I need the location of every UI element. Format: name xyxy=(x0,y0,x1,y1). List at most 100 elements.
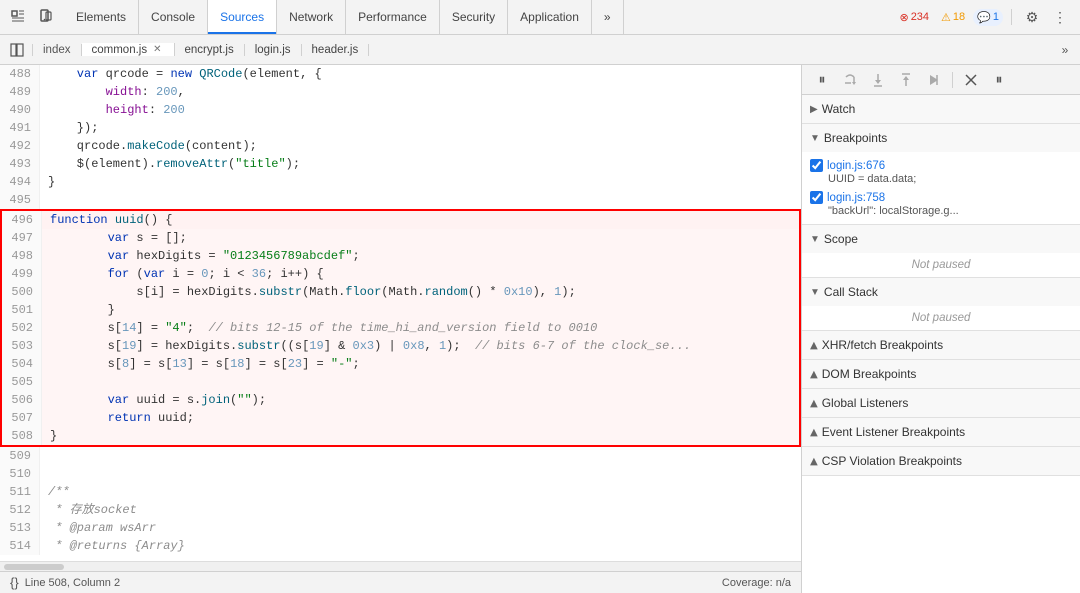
global-triangle-icon: ▶ xyxy=(808,399,819,407)
file-tab-login-js[interactable]: login.js xyxy=(245,44,302,56)
cursor-position: Line 508, Column 2 xyxy=(25,577,120,589)
code-line-495: 495 xyxy=(0,191,801,209)
watch-header[interactable]: ▶ Watch xyxy=(802,95,1080,123)
code-content[interactable]: 488 var qrcode = new QRCode(element, { 4… xyxy=(0,65,801,561)
dom-label: DOM Breakpoints xyxy=(822,367,917,381)
breakpoint-item-1: login.js:758 "backUrl": localStorage.g..… xyxy=(810,188,1072,220)
breakpoint-code-1: "backUrl": localStorage.g... xyxy=(810,205,1072,217)
toolbar-right: ⊗ 234 ⚠ 18 💬 1 ⚙ ⋮ xyxy=(887,5,1080,29)
more-icon[interactable]: ⋮ xyxy=(1048,5,1072,29)
info-icon: 💬 xyxy=(977,11,991,24)
status-braces-icon[interactable]: {} xyxy=(10,575,19,590)
pause-btn[interactable]: ⏸ xyxy=(810,68,834,92)
breakpoint-checkbox-1[interactable] xyxy=(810,191,823,204)
file-tab-encrypt-js[interactable]: encrypt.js xyxy=(175,44,245,56)
csp-breakpoints-section: ▶ CSP Violation Breakpoints xyxy=(802,447,1080,476)
file-tab-index[interactable]: index xyxy=(32,44,82,56)
dom-breakpoints-section: ▶ DOM Breakpoints xyxy=(802,360,1080,389)
global-header[interactable]: ▶ Global Listeners xyxy=(802,389,1080,417)
tab-network[interactable]: Network xyxy=(277,0,346,34)
scope-header[interactable]: ▼ Scope xyxy=(802,225,1080,253)
event-triangle-icon: ▶ xyxy=(808,428,819,436)
inspect-icon[interactable] xyxy=(6,5,30,29)
code-line-501: 501 } xyxy=(0,301,801,319)
scope-triangle-icon: ▼ xyxy=(810,234,820,245)
code-line-512: 512 * 存放socket xyxy=(0,501,801,519)
event-listeners-section: ▶ Event Listener Breakpoints xyxy=(802,418,1080,447)
step-into-btn[interactable] xyxy=(866,68,890,92)
warning-badge[interactable]: ⚠ 18 xyxy=(937,9,969,26)
device-icon[interactable] xyxy=(34,5,58,29)
tab-performance[interactable]: Performance xyxy=(346,0,440,34)
code-line-514: 514 * @returns {Array} xyxy=(0,537,801,555)
deactivate-breakpoints-btn[interactable] xyxy=(959,68,983,92)
code-line-488: 488 var qrcode = new QRCode(element, { xyxy=(0,65,801,83)
code-line-499: 499 for (var i = 0; i < 36; i++) { xyxy=(0,265,801,283)
step-over-btn[interactable] xyxy=(838,68,862,92)
breakpoints-section: ▼ Breakpoints login.js:676 UUID = data.d… xyxy=(802,124,1080,225)
error-badge[interactable]: ⊗ 234 xyxy=(895,9,933,26)
breakpoint-checkbox-0[interactable] xyxy=(810,159,823,172)
tab-elements[interactable]: Elements xyxy=(64,0,139,34)
debug-toolbar: ⏸ xyxy=(802,65,1080,95)
breakpoints-content: login.js:676 UUID = data.data; login.js:… xyxy=(802,152,1080,224)
code-line-497: 497 var s = []; xyxy=(0,229,801,247)
pause-on-exception-btn[interactable]: ⏸ xyxy=(987,68,1011,92)
code-line-498: 498 var hexDigits = "0123456789abcdef"; xyxy=(0,247,801,265)
tab-security[interactable]: Security xyxy=(440,0,508,34)
tab-more[interactable]: » xyxy=(592,0,624,34)
info-badge[interactable]: 💬 1 xyxy=(973,9,1003,26)
close-tab-common-js[interactable]: ✕ xyxy=(151,43,163,56)
main-tabs: Elements Console Sources Network Perform… xyxy=(64,0,887,34)
call-stack-not-paused: Not paused xyxy=(802,306,1080,330)
xhr-triangle-icon: ▶ xyxy=(808,341,819,349)
breakpoints-header[interactable]: ▼ Breakpoints xyxy=(802,124,1080,152)
code-line-506: 506 var uuid = s.join(""); xyxy=(0,391,801,409)
file-tab-common-js[interactable]: common.js ✕ xyxy=(82,43,175,56)
info-count: 1 xyxy=(993,11,999,23)
settings-icon[interactable]: ⚙ xyxy=(1020,5,1044,29)
tab-application[interactable]: Application xyxy=(508,0,592,34)
code-line-503: 503 s[19] = hexDigits.substr((s[19] & 0x… xyxy=(0,337,801,355)
file-tab-header-js[interactable]: header.js xyxy=(302,44,370,56)
tab-console[interactable]: Console xyxy=(139,0,208,34)
breakpoint-location-0[interactable]: login.js:676 xyxy=(827,160,885,172)
breakpoint-location-1[interactable]: login.js:758 xyxy=(827,192,885,204)
code-line-509: 509 xyxy=(0,447,801,465)
code-line-507: 507 return uuid; xyxy=(0,409,801,427)
csp-label: CSP Violation Breakpoints xyxy=(822,454,962,468)
scope-not-paused: Not paused xyxy=(802,253,1080,277)
tab-sources[interactable]: Sources xyxy=(208,0,277,34)
warning-count: 18 xyxy=(953,11,965,23)
horizontal-scrollbar[interactable] xyxy=(0,561,801,571)
call-stack-header[interactable]: ▼ Call Stack xyxy=(802,278,1080,306)
code-line-489: 489 width: 200, xyxy=(0,83,801,101)
code-line-493: 493 $(element).removeAttr("title"); xyxy=(0,155,801,173)
main-toolbar: Elements Console Sources Network Perform… xyxy=(0,0,1080,35)
expand-tabs-btn[interactable]: » xyxy=(1054,39,1076,61)
dom-triangle-icon: ▶ xyxy=(808,370,819,378)
breakpoints-triangle-icon: ▼ xyxy=(810,133,820,144)
right-panel: ⏸ xyxy=(802,65,1080,593)
show-navigator-btn[interactable] xyxy=(4,39,30,61)
code-line-492: 492 qrcode.makeCode(content); xyxy=(0,137,801,155)
call-stack-triangle-icon: ▼ xyxy=(810,287,820,298)
code-editor: 488 var qrcode = new QRCode(element, { 4… xyxy=(0,65,802,593)
sources-panel: index common.js ✕ encrypt.js login.js he… xyxy=(0,35,1080,593)
csp-header[interactable]: ▶ CSP Violation Breakpoints xyxy=(802,447,1080,475)
step-btn[interactable] xyxy=(922,68,946,92)
code-line-502: 502 s[14] = "4"; // bits 12-15 of the ti… xyxy=(0,319,801,337)
scope-label: Scope xyxy=(824,232,858,246)
global-listeners-section: ▶ Global Listeners xyxy=(802,389,1080,418)
divider xyxy=(1011,9,1012,25)
event-listeners-header[interactable]: ▶ Event Listener Breakpoints xyxy=(802,418,1080,446)
error-icon: ⊗ xyxy=(899,11,908,24)
debug-divider xyxy=(952,72,953,88)
step-out-btn[interactable] xyxy=(894,68,918,92)
status-bar: {} Line 508, Column 2 Coverage: n/a xyxy=(0,571,801,593)
dom-header[interactable]: ▶ DOM Breakpoints xyxy=(802,360,1080,388)
watch-triangle-icon: ▶ xyxy=(810,104,818,115)
code-line-494: 494 } xyxy=(0,173,801,191)
xhr-header[interactable]: ▶ XHR/fetch Breakpoints xyxy=(802,331,1080,359)
breakpoint-code-0: UUID = data.data; xyxy=(810,173,1072,185)
